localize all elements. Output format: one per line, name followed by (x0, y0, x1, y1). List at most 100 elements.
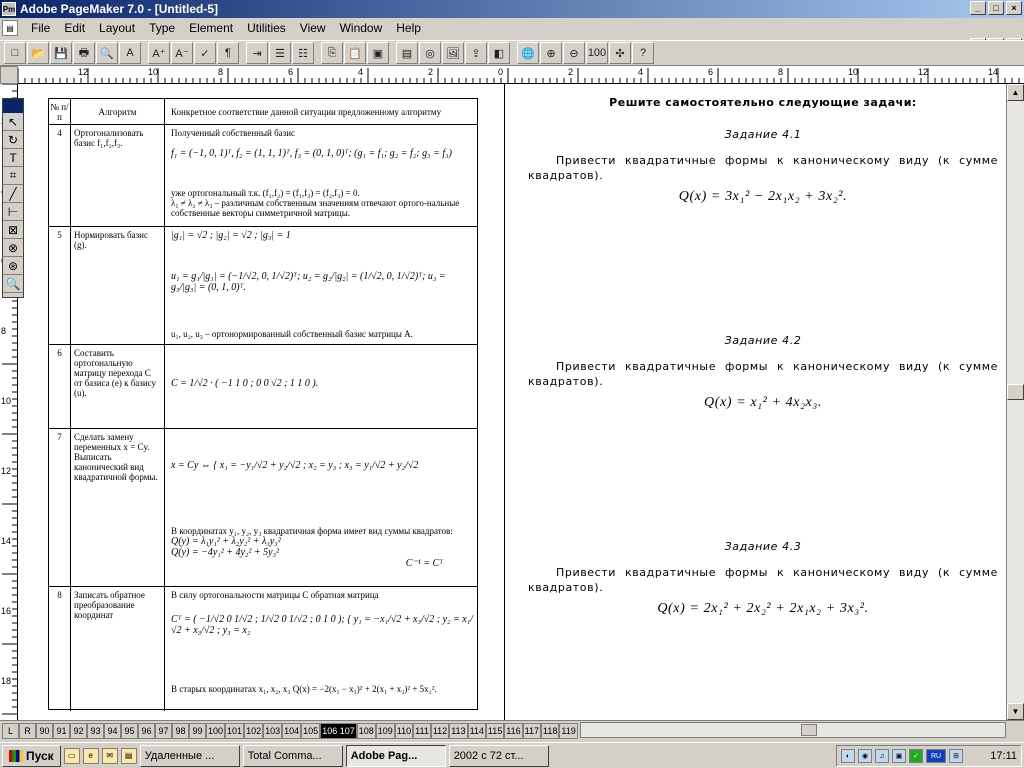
rectangle-frame-tool-icon[interactable]: ⊠ (3, 221, 23, 239)
page-tab[interactable]: 96 (138, 722, 155, 739)
tray-icon[interactable]: ◐ (841, 749, 855, 763)
desktop-icon[interactable]: ▭ (63, 747, 80, 764)
page-tab[interactable]: 104 (282, 722, 302, 739)
taskbar-task[interactable]: 2002 с 72 ст... (448, 744, 549, 767)
vertical-scrollbar[interactable]: ▲ ▼ (1006, 84, 1024, 720)
zoom-in-icon[interactable]: ⊕ (540, 42, 562, 64)
page-tab[interactable]: 116 (504, 722, 523, 739)
paragraph-icon[interactable]: ¶ (217, 42, 239, 64)
page-tab[interactable]: 94 (104, 722, 121, 739)
browser-icon[interactable]: e (82, 747, 99, 764)
save-icon[interactable]: 💾 (50, 42, 72, 64)
paste-icon[interactable]: 📋 (344, 42, 366, 64)
place-icon[interactable]: ▣ (367, 42, 389, 64)
page-tab[interactable]: 114 (467, 722, 486, 739)
page-tab[interactable]: 113 (449, 722, 468, 739)
page-tab[interactable]: 100 (206, 722, 226, 739)
taskbar-task[interactable]: Total Comma... (242, 744, 343, 767)
link-icon[interactable]: ◎ (419, 42, 441, 64)
page-tab[interactable]: 118 (541, 722, 560, 739)
font-larger-icon[interactable]: A⁺ (148, 42, 170, 64)
bullets-icon[interactable]: ☰ (269, 42, 291, 64)
font-smaller-icon[interactable]: A⁻ (171, 42, 193, 64)
page-tab[interactable]: 105 (301, 722, 321, 739)
horizontal-scrollbar[interactable] (580, 722, 1006, 738)
page-tab[interactable]: 91 (53, 722, 70, 739)
page-tab[interactable]: 111 (413, 722, 431, 739)
ruler-origin[interactable] (0, 66, 18, 84)
zoom-tool-icon[interactable]: 🔍 (3, 275, 23, 293)
menu-utilities[interactable]: Utilities (240, 21, 293, 35)
menu-element[interactable]: Element (182, 21, 240, 35)
scroll-thumb[interactable] (1007, 384, 1024, 400)
numbering-icon[interactable]: ☷ (292, 42, 314, 64)
font-icon[interactable]: A (119, 42, 141, 64)
close-button[interactable]: × (1006, 1, 1022, 15)
tray-icon[interactable]: ♫ (875, 749, 889, 763)
horizontal-ruler[interactable]: 12 10 8 6 4 2 0 2 4 6 8 10 12 14 (18, 66, 1024, 84)
page-tab[interactable]: 98 (172, 722, 189, 739)
menu-window[interactable]: Window (333, 21, 390, 35)
hscroll-thumb[interactable] (801, 724, 817, 736)
export-icon[interactable]: ⇪ (465, 42, 487, 64)
app-icon[interactable]: Pm (2, 2, 16, 16)
page-tab[interactable]: 103 (263, 722, 283, 739)
rotate-tool-icon[interactable]: ↻ (3, 131, 23, 149)
tray-icon[interactable]: ⊞ (949, 749, 963, 763)
open-icon[interactable]: 📂 (27, 42, 49, 64)
color-icon[interactable]: ◧ (488, 42, 510, 64)
constrained-line-tool-icon[interactable]: ⊢ (3, 203, 23, 221)
scroll-up-button[interactable]: ▲ (1007, 84, 1024, 101)
page-tab[interactable]: 117 (522, 722, 541, 739)
document-icon[interactable]: ▤ (2, 20, 18, 36)
page-tab[interactable]: 109 (375, 722, 395, 739)
page-tab[interactable]: 99 (189, 722, 206, 739)
page-tab[interactable]: 115 (485, 722, 505, 739)
page-tab[interactable]: 108 (356, 722, 376, 739)
actual-size-icon[interactable]: 100 (586, 42, 608, 64)
page-tab[interactable]: 119 (559, 722, 578, 739)
menu-layout[interactable]: Layout (92, 21, 142, 35)
menu-type[interactable]: Type (142, 21, 182, 35)
ellipse-frame-tool-icon[interactable]: ⊗ (3, 239, 23, 257)
page-tab[interactable]: L (2, 722, 19, 739)
pointer-tool-icon[interactable]: ↖ (3, 113, 23, 131)
minimize-button[interactable]: _ (970, 1, 986, 15)
copy-icon[interactable]: ⎘ (321, 42, 343, 64)
fit-window-icon[interactable]: ✣ (609, 42, 631, 64)
page-tab[interactable]: 106 107 (320, 722, 357, 739)
tray-icon[interactable]: ▣ (892, 749, 906, 763)
page-tab[interactable]: 97 (155, 722, 172, 739)
page-tab[interactable]: 101 (225, 722, 245, 739)
menu-view[interactable]: View (293, 21, 333, 35)
maximize-button[interactable]: □ (988, 1, 1004, 15)
menu-help[interactable]: Help (389, 21, 428, 35)
find-icon[interactable]: 🔍 (96, 42, 118, 64)
image-icon[interactable]: 🖼 (442, 42, 464, 64)
frame-icon[interactable]: ▤ (396, 42, 418, 64)
page-tab[interactable]: 110 (394, 722, 414, 739)
start-button[interactable]: Пуск (2, 744, 61, 767)
polygon-frame-tool-icon[interactable]: ⊛ (3, 257, 23, 275)
line-tool-icon[interactable]: ╱ (3, 185, 23, 203)
page-tab[interactable]: 90 (36, 722, 53, 739)
help-icon[interactable]: ? (632, 42, 654, 64)
page-tab[interactable]: 92 (70, 722, 87, 739)
print-icon[interactable]: 🖶 (73, 42, 95, 64)
scroll-down-button[interactable]: ▼ (1007, 703, 1024, 720)
page-tab[interactable]: R (19, 722, 36, 739)
menu-edit[interactable]: Edit (57, 21, 92, 35)
zoom-out-icon[interactable]: ⊖ (563, 42, 585, 64)
text-tool-icon[interactable]: T (3, 149, 23, 167)
page-tab[interactable]: 102 (244, 722, 264, 739)
taskbar-task[interactable]: Удаленные ... (139, 744, 240, 767)
globe-icon[interactable]: 🌐 (517, 42, 539, 64)
crop-tool-icon[interactable]: ⌗ (3, 167, 23, 185)
new-icon[interactable]: □ (4, 42, 26, 64)
page-tab[interactable]: 95 (121, 722, 138, 739)
folder-icon[interactable]: ▤ (120, 747, 137, 764)
toolbox-titlebar[interactable] (3, 99, 23, 113)
page-tab[interactable]: 112 (430, 722, 450, 739)
indent-icon[interactable]: ⇥ (246, 42, 268, 64)
tray-icon[interactable]: ◉ (858, 749, 872, 763)
